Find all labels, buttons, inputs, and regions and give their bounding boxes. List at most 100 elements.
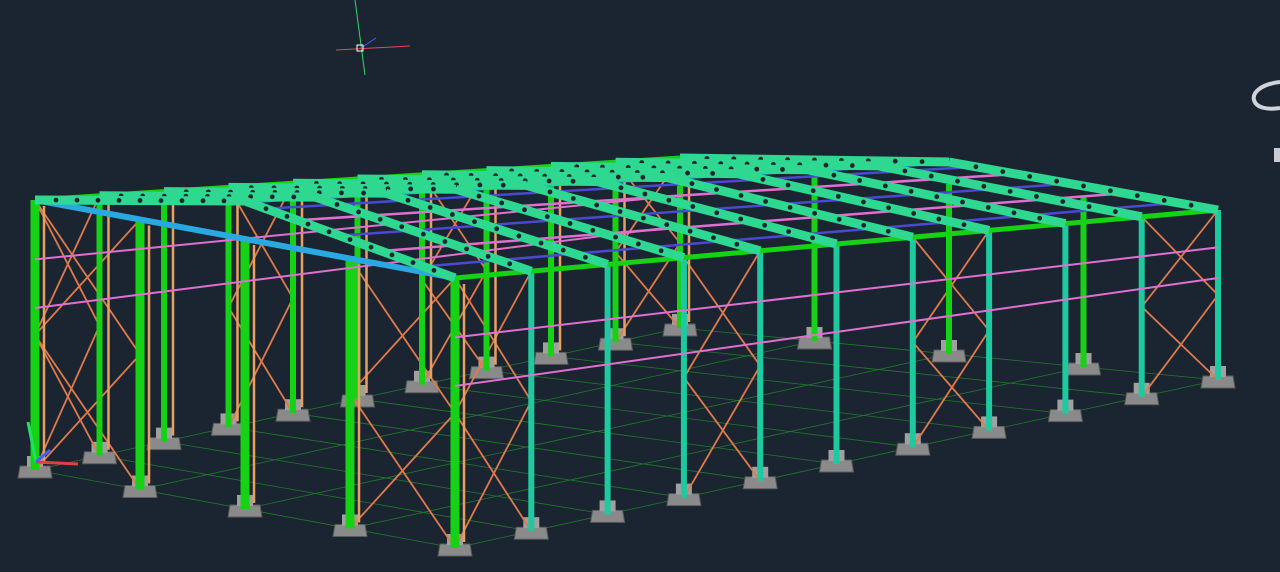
truss-cell-hole (857, 178, 863, 183)
truss-cell-hole (1060, 199, 1066, 204)
bracing-member (454, 400, 533, 549)
truss-cell-hole (516, 233, 522, 239)
truss-cell-hole (849, 163, 855, 168)
truss-cell-hole (738, 216, 744, 222)
truss-cell-hole (200, 198, 206, 204)
cad-model-viewport[interactable] (0, 0, 1280, 572)
truss-cell-hole (95, 197, 101, 203)
truss-cell-hole (547, 189, 553, 195)
truss-cell-hole (711, 235, 716, 241)
truss-cell-hole (861, 222, 867, 228)
truss-cell-hole (664, 222, 670, 228)
truss-cell-hole (886, 205, 891, 211)
truss-cell-hole (116, 198, 122, 203)
truss-cell-hole (882, 183, 888, 189)
roof-trusses (34, 153, 1219, 283)
truss-cell-hole (1011, 210, 1017, 216)
truss-cell-hole (1081, 183, 1086, 189)
truss-cell-hole (687, 228, 693, 234)
truss-cell-hole (1007, 188, 1013, 194)
truss-cell-hole (689, 181, 695, 186)
truss-cell-hole (427, 205, 433, 210)
truss-cell-hole (812, 210, 818, 216)
truss-cell-hole (908, 188, 914, 194)
truss-cell-hole (985, 205, 991, 210)
truss-cell-hole (1161, 198, 1167, 203)
truss-cell-hole (544, 214, 550, 220)
truss-cell-hole (1108, 188, 1113, 194)
truss-cell-hole (570, 196, 576, 201)
truss-cell-hole (1000, 169, 1006, 175)
truss-cell-hole (635, 241, 641, 247)
truss-cell-hole (472, 219, 477, 225)
truss-cell-hole (831, 172, 837, 178)
truss-cell-hole (618, 185, 624, 191)
bracing-member (683, 250, 761, 379)
truss-cell-hole (263, 206, 269, 212)
truss-cell-hole (1027, 174, 1033, 179)
truss-cell-hole (485, 253, 491, 259)
truss-cell-hole (499, 200, 505, 206)
truss-cell-hole (326, 229, 332, 235)
truss-cell-hole (507, 261, 513, 267)
truss-cell-hole (919, 159, 925, 165)
truss-cell-hole (810, 188, 816, 194)
truss-cell-hole (785, 182, 791, 188)
truss-cell-hole (885, 228, 891, 234)
truss-cell-hole (356, 209, 361, 215)
truss-cell-hole (836, 216, 842, 222)
truss-cell-hole (787, 205, 793, 210)
bracing-member (454, 277, 533, 402)
truss-cell-hole (590, 227, 596, 233)
truss-cell-hole (464, 246, 469, 252)
truss-cell-hole (760, 176, 766, 182)
truss-cell-hole (583, 254, 588, 260)
truss-cell-hole (494, 226, 500, 232)
truss-cell-hole (902, 168, 908, 174)
truss-cell-hole (339, 190, 344, 196)
truss-cell-hole (762, 222, 768, 228)
truss-cell-hole (74, 197, 80, 203)
truss-cell-hole (928, 173, 934, 179)
truss-cell-hole (420, 231, 426, 237)
truss-cell-hole (334, 202, 340, 207)
truss-cell-hole (408, 186, 414, 192)
column-footings (17, 314, 1236, 557)
truss-cell-hole (594, 202, 600, 208)
truss-cell-hole (410, 260, 416, 265)
truss-cell-hole (763, 199, 768, 204)
truss-cell-hole (269, 194, 275, 200)
truss-cell-hole (780, 167, 785, 172)
truss-cell-hole (546, 178, 552, 184)
truss-cell-hole (1037, 215, 1043, 221)
truss-cell-hole (714, 210, 720, 216)
truss-cell-hole (449, 212, 455, 217)
truss-cell-hole (431, 267, 437, 273)
truss-cell-hole (221, 198, 227, 204)
truss-cell-hole (658, 248, 664, 254)
truss-cell-hole (53, 197, 59, 203)
truss-cell-hole (405, 197, 411, 203)
truss-cell-hole (981, 183, 987, 189)
truss-cell-hole (284, 214, 290, 219)
truss-cell-hole (810, 235, 815, 241)
truss-cell-hole (538, 240, 544, 246)
truss-cell-hole (640, 174, 646, 180)
truss-cell-hole (137, 198, 143, 203)
truss-cell-hole (973, 164, 979, 170)
truss-cell-hole (823, 162, 829, 168)
truss-cell-hole (431, 186, 436, 192)
truss-cell-hole (685, 170, 690, 176)
truss-cell-hole (1034, 194, 1039, 199)
truss-cell-hole (710, 170, 716, 176)
truss-cell-hole (738, 193, 744, 198)
truss-cell-hole (476, 193, 482, 199)
truss-cell-hole (641, 215, 646, 221)
truss-cell-hole (1054, 178, 1059, 184)
steel-frame-3d-model[interactable] (0, 0, 1280, 572)
truss-cell-hole (960, 199, 965, 205)
truss-cell-hole (399, 224, 405, 230)
truss-cell-hole (500, 182, 506, 188)
truss-cell-hole (1188, 202, 1194, 208)
truss-cell-hole (442, 239, 448, 244)
